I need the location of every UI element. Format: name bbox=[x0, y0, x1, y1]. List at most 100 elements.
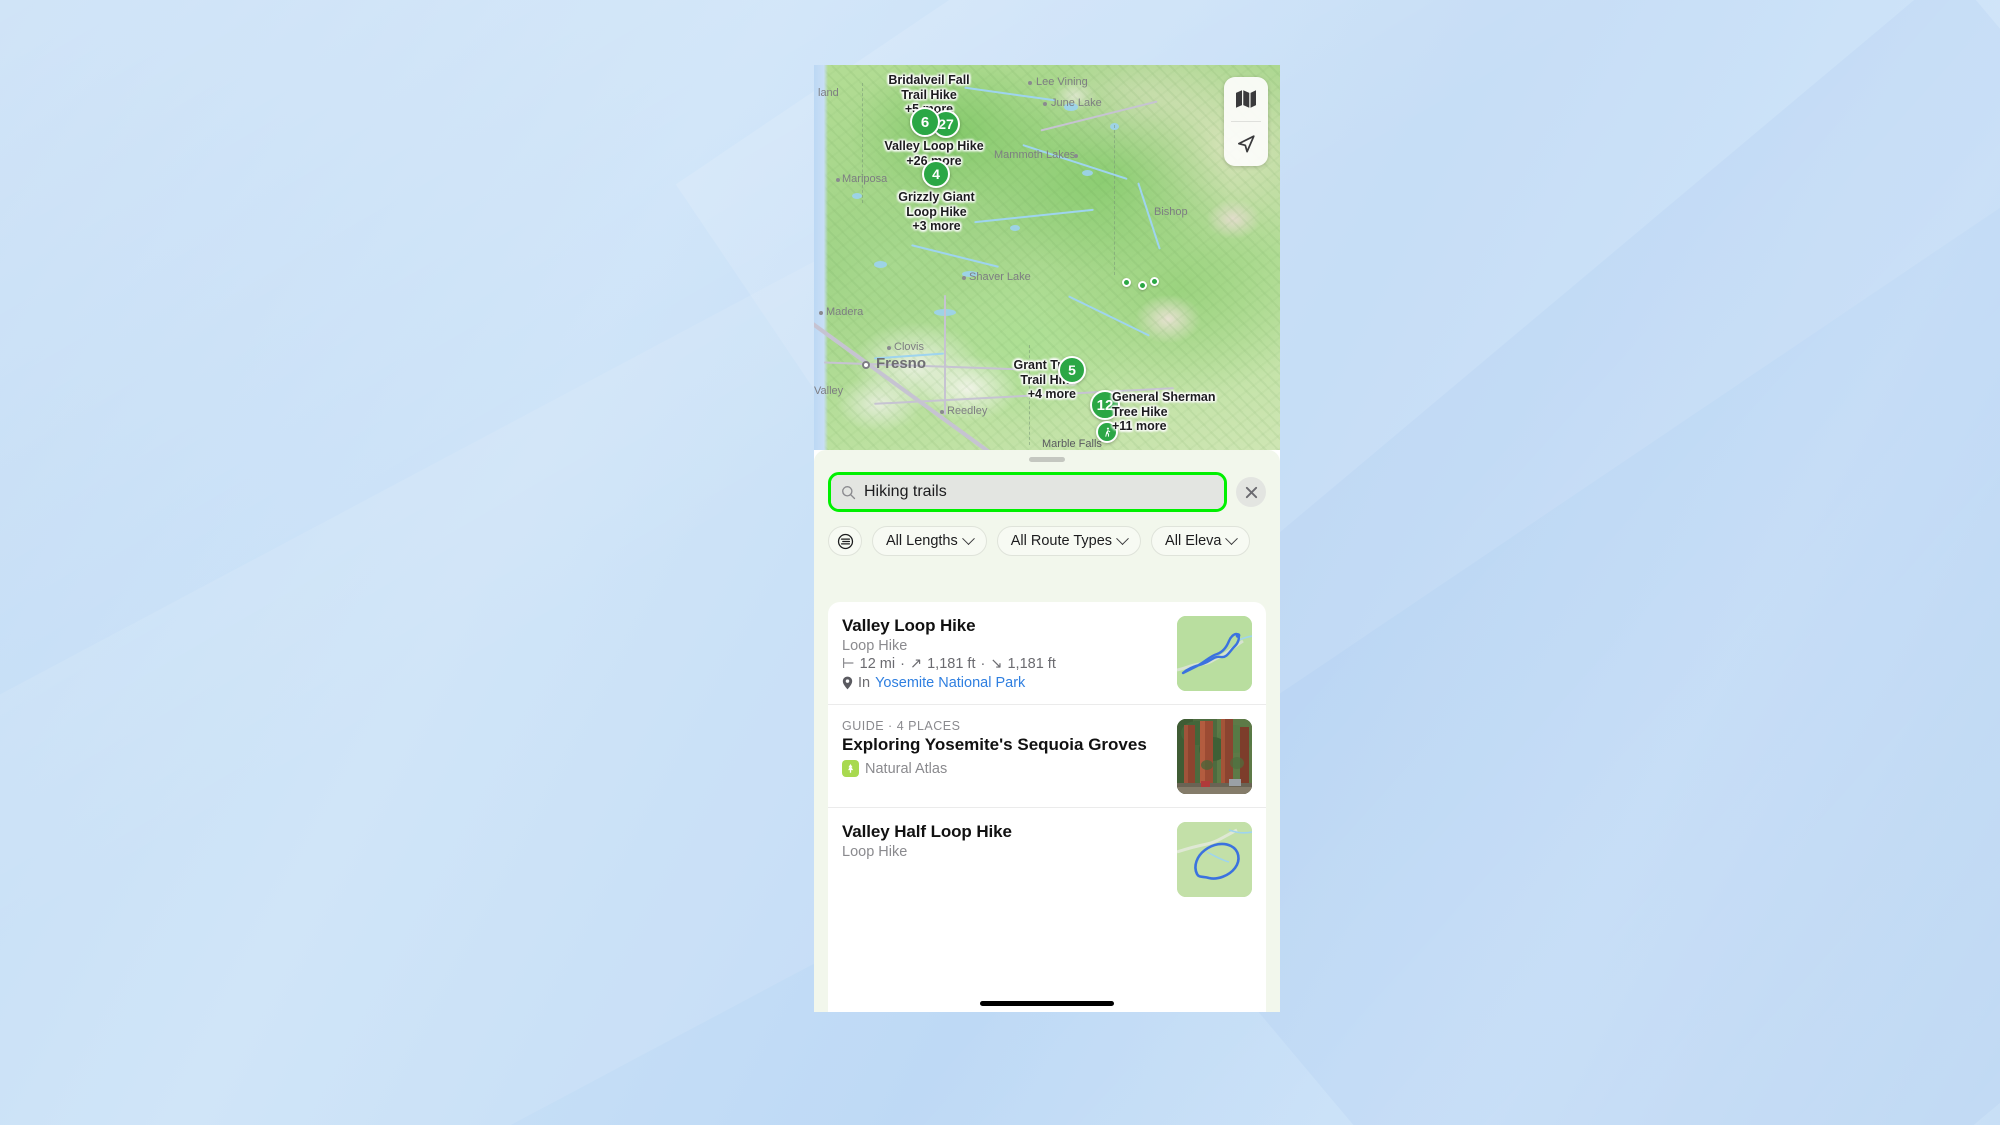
navigation-arrow-icon bbox=[1237, 135, 1255, 153]
map-label: Shaver Lake bbox=[969, 271, 1031, 283]
cluster-count: 5 bbox=[1068, 362, 1076, 378]
result-thumbnail-trail-map bbox=[1177, 822, 1252, 897]
filter-options-button[interactable] bbox=[828, 526, 862, 556]
distance-icon: ⊢ bbox=[842, 656, 855, 672]
map-label: land bbox=[818, 87, 839, 99]
result-stats: ⊢ 12 mi · ↗ 1,181 ft · ↘ 1,181 ft bbox=[842, 656, 1165, 672]
search-icon bbox=[842, 485, 856, 499]
result-eyebrow: GUIDE · 4 PLACES bbox=[842, 719, 961, 733]
trail-route-thumbnail bbox=[1177, 822, 1252, 897]
ascent-icon: ↗ bbox=[909, 656, 923, 672]
map-label: Bishop bbox=[1154, 206, 1188, 218]
natural-atlas-tree-badge-icon bbox=[842, 760, 859, 777]
pin-label-text: General Sherman Tree Hike +11 more bbox=[1112, 390, 1216, 433]
location-prefix: In bbox=[858, 675, 871, 691]
map-lake bbox=[874, 261, 887, 268]
location-pin-icon bbox=[842, 676, 853, 690]
result-subtitle: Loop Hike bbox=[842, 638, 908, 654]
map-label: Fresno bbox=[876, 355, 927, 372]
search-results-list[interactable]: Valley Loop Hike Loop Hike ⊢ 12 mi · ↗ 1… bbox=[828, 602, 1266, 1012]
result-ascent: 1,181 ft bbox=[927, 656, 976, 672]
map-cluster-pin-4[interactable]: 4 bbox=[922, 160, 950, 188]
map-label: June Lake bbox=[1051, 97, 1102, 109]
filter-chip-all-lengths[interactable]: All Lengths bbox=[872, 526, 987, 556]
map-road bbox=[944, 295, 946, 415]
filter-chip-label: All Route Types bbox=[1010, 533, 1113, 549]
chevron-down-icon bbox=[1116, 531, 1129, 545]
chevron-down-icon bbox=[1225, 531, 1239, 545]
map-place-dot bbox=[819, 311, 823, 315]
result-subtitle: Loop Hike bbox=[842, 844, 908, 860]
cluster-count: 4 bbox=[932, 166, 940, 182]
map-place-dot bbox=[1074, 154, 1078, 158]
descent-icon: ↘ bbox=[990, 656, 1003, 672]
map-label: Madera bbox=[826, 306, 864, 318]
home-indicator bbox=[980, 1001, 1114, 1006]
result-card-body: Valley Loop Hike Loop Hike ⊢ 12 mi · ↗ 1… bbox=[842, 616, 1165, 691]
map-dot-pin[interactable] bbox=[1150, 277, 1159, 286]
result-location-link[interactable]: Yosemite National Park bbox=[875, 675, 1025, 691]
map-style-button[interactable] bbox=[1224, 77, 1268, 121]
map-place-dot bbox=[1028, 81, 1032, 85]
map-place-dot bbox=[940, 410, 944, 414]
result-thumbnail-trail-map bbox=[1177, 616, 1252, 691]
result-title: Valley Loop Hike bbox=[842, 616, 976, 635]
result-card-body: Valley Half Loop Hike Loop Hike bbox=[842, 822, 1165, 860]
result-location-row: In Yosemite National Park bbox=[842, 675, 1165, 691]
map-controls-stack bbox=[1224, 77, 1268, 166]
result-publisher: Natural Atlas bbox=[865, 760, 948, 777]
map-label: Mariposa bbox=[842, 173, 888, 185]
search-input[interactable]: Hiking trails bbox=[831, 475, 1224, 509]
result-publisher-row: Natural Atlas bbox=[842, 760, 1165, 777]
pin-label-text: Grizzly Giant Loop Hike +3 more bbox=[898, 190, 975, 233]
result-card-body: GUIDE · 4 PLACES Exploring Yosemite's Se… bbox=[842, 719, 1165, 777]
stat-separator: · bbox=[900, 656, 905, 672]
hiker-icon bbox=[1104, 427, 1110, 437]
map-park-boundary bbox=[862, 83, 863, 203]
map-icon bbox=[1236, 90, 1256, 108]
map-dot-pin[interactable] bbox=[1122, 278, 1131, 287]
map-pin-label-general-sherman[interactable]: General Sherman Tree Hike +11 more bbox=[1112, 390, 1262, 434]
map-place-dot bbox=[887, 346, 891, 350]
map-lake bbox=[852, 193, 862, 199]
map-label: Mammoth Lakes bbox=[994, 149, 1076, 161]
map-dot-pin[interactable] bbox=[1138, 281, 1147, 290]
filter-chips-row: All Lengths All Route Types All Eleva bbox=[814, 512, 1280, 556]
map-place-dot bbox=[1043, 102, 1047, 106]
result-title: Valley Half Loop Hike bbox=[842, 822, 1012, 841]
cluster-count: 6 bbox=[920, 113, 930, 131]
map-label: Marble Falls bbox=[1042, 438, 1102, 450]
filter-chip-label: All Lengths bbox=[886, 533, 958, 549]
locate-button[interactable] bbox=[1224, 122, 1268, 166]
result-card-valley-loop-hike[interactable]: Valley Loop Hike Loop Hike ⊢ 12 mi · ↗ 1… bbox=[828, 602, 1266, 704]
result-distance: 12 mi bbox=[859, 656, 896, 672]
result-card-guide-sequoia-groves[interactable]: GUIDE · 4 PLACES Exploring Yosemite's Se… bbox=[828, 704, 1266, 807]
result-card-valley-half-loop-hike[interactable]: Valley Half Loop Hike Loop Hike bbox=[828, 807, 1266, 910]
search-field-highlight: Hiking trails bbox=[828, 472, 1227, 512]
map-label: Clovis bbox=[894, 341, 924, 353]
filter-chip-all-elevation[interactable]: All Eleva bbox=[1151, 526, 1251, 556]
sequoia-photo bbox=[1177, 719, 1252, 794]
search-sheet: Hiking trails All Lengths All Route Type… bbox=[814, 450, 1280, 1012]
pine-tree-icon bbox=[848, 763, 854, 773]
map-park-boundary bbox=[1114, 125, 1115, 275]
clear-search-button[interactable] bbox=[1236, 477, 1266, 507]
search-row: Hiking trails bbox=[814, 462, 1280, 512]
trail-route-thumbnail bbox=[1177, 616, 1252, 691]
chevron-down-icon bbox=[961, 531, 975, 545]
map-cluster-pin-6[interactable]: 6 bbox=[910, 107, 940, 137]
map-label: Reedley bbox=[947, 405, 988, 417]
result-title: Exploring Yosemite's Sequoia Groves bbox=[842, 735, 1147, 754]
cluster-count: 12 bbox=[1096, 396, 1114, 414]
result-thumbnail-sequoia-photo bbox=[1177, 719, 1252, 794]
map-city-marker bbox=[862, 361, 870, 369]
map-pin-label-grizzly-giant[interactable]: Grizzly Giant Loop Hike +3 more bbox=[874, 190, 999, 234]
result-descent: 1,181 ft bbox=[1007, 656, 1056, 672]
map-cluster-pin-5[interactable]: 5 bbox=[1058, 356, 1086, 384]
filter-chip-all-route-types[interactable]: All Route Types bbox=[996, 526, 1142, 556]
map-place-dot bbox=[962, 276, 966, 280]
map-canvas[interactable]: land Lee Vining June Lake Mammoth Lakes … bbox=[814, 65, 1280, 450]
stat-separator: · bbox=[980, 656, 986, 672]
map-lake bbox=[1010, 225, 1020, 231]
cluster-count: 27 bbox=[938, 116, 954, 132]
